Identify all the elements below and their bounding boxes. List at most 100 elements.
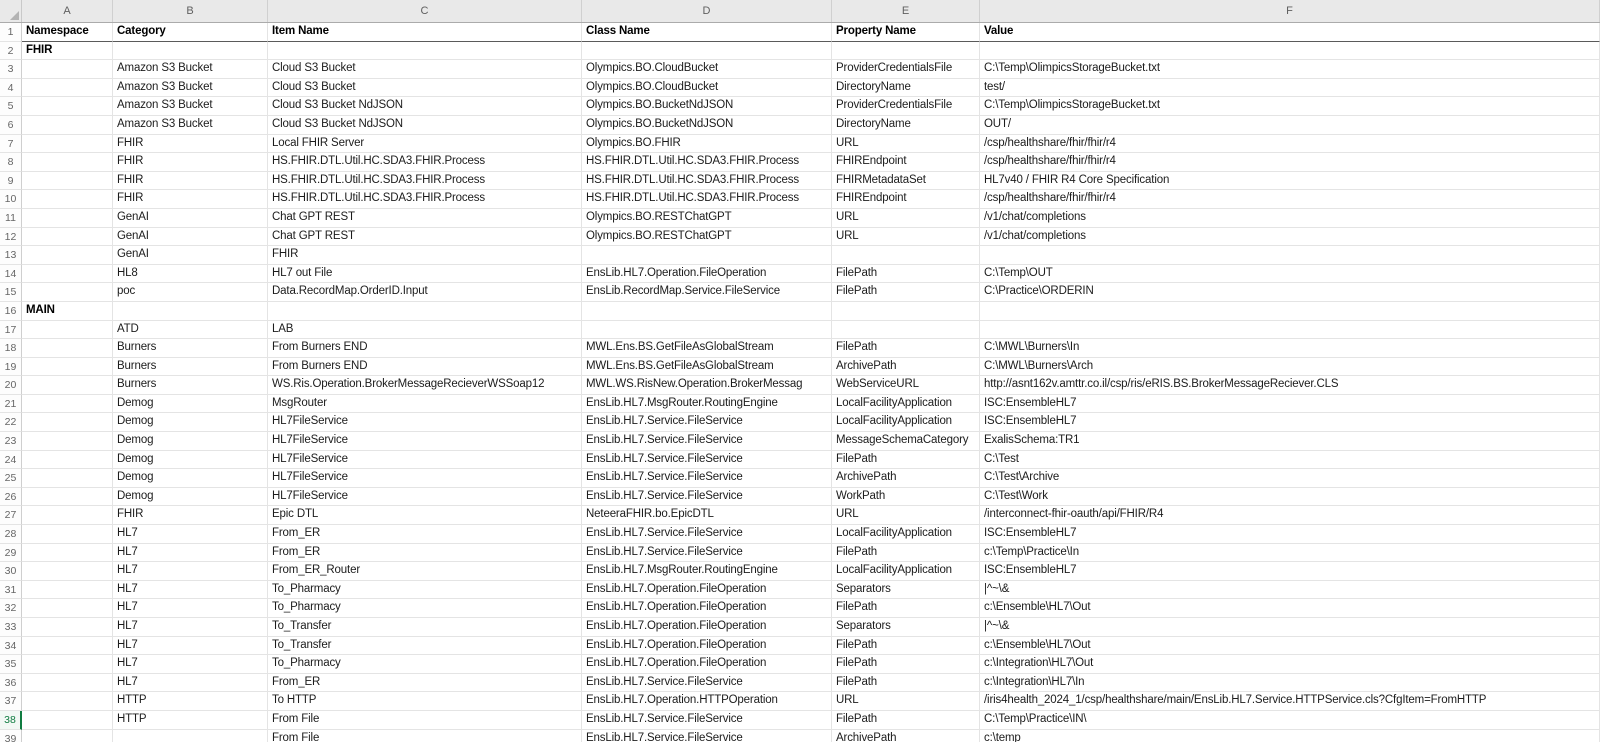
cell-A35[interactable] [22, 655, 113, 674]
cell-F8[interactable]: /csp/healthshare/fhir/fhir/r4 [980, 153, 1600, 172]
cell-D21[interactable]: EnsLib.HL7.MsgRouter.RoutingEngine [582, 395, 832, 414]
cell-A24[interactable] [22, 451, 113, 470]
cell-D19[interactable]: MWL.Ens.BS.GetFileAsGlobalStream [582, 358, 832, 377]
cell-E22[interactable]: LocalFacilityApplication [832, 413, 980, 432]
row-header-29[interactable]: 29 [0, 544, 22, 563]
row-header-5[interactable]: 5 [0, 97, 22, 116]
cell-A21[interactable] [22, 395, 113, 414]
row-header-36[interactable]: 36 [0, 674, 22, 693]
cell-C20[interactable]: WS.Ris.Operation.BrokerMessageRecieverWS… [268, 376, 582, 395]
cell-B36[interactable]: HL7 [113, 674, 268, 693]
cell-E2[interactable] [832, 42, 980, 61]
cell-B16[interactable] [113, 302, 268, 321]
column-header-D[interactable]: D [582, 0, 832, 22]
cell-A20[interactable] [22, 376, 113, 395]
column-header-A[interactable]: A [22, 0, 113, 22]
cell-F39[interactable]: c:\temp [980, 730, 1600, 742]
cell-A22[interactable] [22, 413, 113, 432]
cell-A37[interactable] [22, 692, 113, 711]
cell-C17[interactable]: LAB [268, 321, 582, 340]
cell-F38[interactable]: C:\Temp\Practice\IN\ [980, 711, 1600, 730]
cell-C34[interactable]: To_Transfer [268, 637, 582, 656]
row-header-18[interactable]: 18 [0, 339, 22, 358]
row-header-13[interactable]: 13 [0, 246, 22, 265]
cell-B7[interactable]: FHIR [113, 135, 268, 154]
cell-A2[interactable]: FHIR [22, 42, 113, 61]
cell-A12[interactable] [22, 228, 113, 247]
cell-E25[interactable]: ArchivePath [832, 469, 980, 488]
cell-D9[interactable]: HS.FHIR.DTL.Util.HC.SDA3.FHIR.Process [582, 172, 832, 191]
cell-A36[interactable] [22, 674, 113, 693]
cell-A8[interactable] [22, 153, 113, 172]
cell-A39[interactable] [22, 730, 113, 742]
cell-C36[interactable]: From_ER [268, 674, 582, 693]
cell-D16[interactable] [582, 302, 832, 321]
cell-F3[interactable]: C:\Temp\OlimpicsStorageBucket.txt [980, 60, 1600, 79]
cell-A29[interactable] [22, 544, 113, 563]
cell-A6[interactable] [22, 116, 113, 135]
row-header-25[interactable]: 25 [0, 469, 22, 488]
row-header-26[interactable]: 26 [0, 488, 22, 507]
cell-B39[interactable] [113, 730, 268, 742]
row-header-37[interactable]: 37 [0, 692, 22, 711]
cell-D25[interactable]: EnsLib.HL7.Service.FileService [582, 469, 832, 488]
cell-E33[interactable]: Separators [832, 618, 980, 637]
cell-E27[interactable]: URL [832, 506, 980, 525]
cell-F14[interactable]: C:\Temp\OUT [980, 265, 1600, 284]
cell-A18[interactable] [22, 339, 113, 358]
cell-D2[interactable] [582, 42, 832, 61]
cell-A11[interactable] [22, 209, 113, 228]
cell-B18[interactable]: Burners [113, 339, 268, 358]
cell-E12[interactable]: URL [832, 228, 980, 247]
cell-B3[interactable]: Amazon S3 Bucket [113, 60, 268, 79]
cell-E8[interactable]: FHIREndpoint [832, 153, 980, 172]
cell-E10[interactable]: FHIREndpoint [832, 190, 980, 209]
row-header-28[interactable]: 28 [0, 525, 22, 544]
cell-A26[interactable] [22, 488, 113, 507]
column-header-F[interactable]: F [980, 0, 1600, 22]
cell-B12[interactable]: GenAI [113, 228, 268, 247]
row-header-17[interactable]: 17 [0, 321, 22, 340]
cell-D32[interactable]: EnsLib.HL7.Operation.FileOperation [582, 599, 832, 618]
cell-C22[interactable]: HL7FileService [268, 413, 582, 432]
cell-C24[interactable]: HL7FileService [268, 451, 582, 470]
cell-B5[interactable]: Amazon S3 Bucket [113, 97, 268, 116]
cell-C26[interactable]: HL7FileService [268, 488, 582, 507]
cell-F4[interactable]: test/ [980, 79, 1600, 98]
cell-D10[interactable]: HS.FHIR.DTL.Util.HC.SDA3.FHIR.Process [582, 190, 832, 209]
cell-C3[interactable]: Cloud S3 Bucket [268, 60, 582, 79]
cell-B35[interactable]: HL7 [113, 655, 268, 674]
cell-C21[interactable]: MsgRouter [268, 395, 582, 414]
cell-F32[interactable]: c:\Ensemble\HL7\Out [980, 599, 1600, 618]
cell-A1[interactable]: Namespace [22, 23, 113, 42]
row-header-2[interactable]: 2 [0, 42, 22, 61]
cell-B4[interactable]: Amazon S3 Bucket [113, 79, 268, 98]
cell-B32[interactable]: HL7 [113, 599, 268, 618]
cell-A17[interactable] [22, 321, 113, 340]
cell-B29[interactable]: HL7 [113, 544, 268, 563]
cell-F19[interactable]: C:\MWL\Burners\Arch [980, 358, 1600, 377]
cell-F17[interactable] [980, 321, 1600, 340]
row-header-27[interactable]: 27 [0, 506, 22, 525]
cell-C37[interactable]: To HTTP [268, 692, 582, 711]
cell-F22[interactable]: ISC:EnsembleHL7 [980, 413, 1600, 432]
cell-D24[interactable]: EnsLib.HL7.Service.FileService [582, 451, 832, 470]
cell-F20[interactable]: http://asnt162v.amttr.co.il/csp/ris/eRIS… [980, 376, 1600, 395]
cell-B17[interactable]: ATD [113, 321, 268, 340]
cell-C16[interactable] [268, 302, 582, 321]
cell-C9[interactable]: HS.FHIR.DTL.Util.HC.SDA3.FHIR.Process [268, 172, 582, 191]
cell-E1[interactable]: Property Name [832, 23, 980, 42]
cell-D18[interactable]: MWL.Ens.BS.GetFileAsGlobalStream [582, 339, 832, 358]
cell-C1[interactable]: Item Name [268, 23, 582, 42]
row-header-7[interactable]: 7 [0, 135, 22, 154]
cell-F18[interactable]: C:\MWL\Burners\In [980, 339, 1600, 358]
cell-B38[interactable]: HTTP [113, 711, 268, 730]
cell-D22[interactable]: EnsLib.HL7.Service.FileService [582, 413, 832, 432]
cell-A4[interactable] [22, 79, 113, 98]
cell-C25[interactable]: HL7FileService [268, 469, 582, 488]
cell-C29[interactable]: From_ER [268, 544, 582, 563]
row-header-24[interactable]: 24 [0, 451, 22, 470]
cell-D7[interactable]: Olympics.BO.FHIR [582, 135, 832, 154]
cell-B11[interactable]: GenAI [113, 209, 268, 228]
cell-D36[interactable]: EnsLib.HL7.Service.FileService [582, 674, 832, 693]
